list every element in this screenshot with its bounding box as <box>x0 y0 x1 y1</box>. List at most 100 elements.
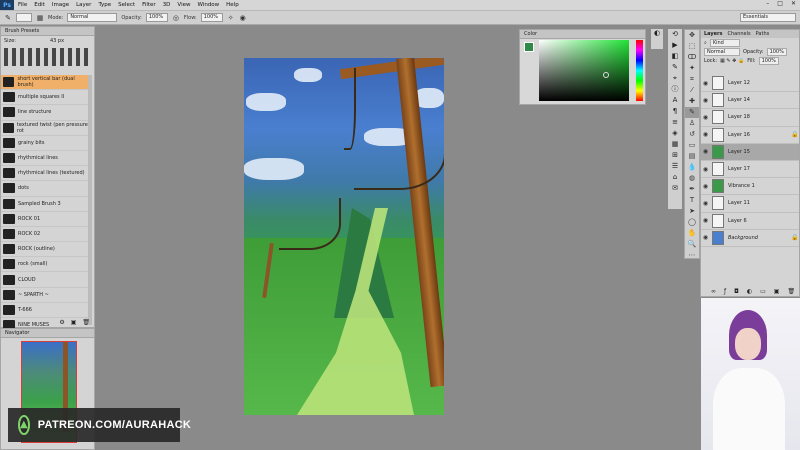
eyedropper-tool-icon[interactable]: ⁄ <box>685 85 699 96</box>
mask-icon[interactable]: ◘ <box>734 288 739 295</box>
quick-select-tool-icon[interactable]: ✦ <box>685 63 699 74</box>
tab-layers[interactable]: Layers <box>704 30 723 38</box>
layer-row[interactable]: ◉ Layer 11 <box>701 195 799 213</box>
opacity-field[interactable]: 100% <box>145 13 168 22</box>
mode-select[interactable]: Normal <box>67 13 118 22</box>
brush-panel-toggle-icon[interactable]: ▦ <box>36 14 44 22</box>
more-tools-icon[interactable]: ⋯ <box>685 250 699 261</box>
color-tab[interactable]: Color <box>520 30 645 39</box>
pressure-size-icon[interactable]: ◉ <box>239 14 247 22</box>
minimize-button[interactable]: – <box>766 0 769 7</box>
brush-preset-item[interactable]: textured twist (pen pressure rot <box>1 121 89 136</box>
lasso-tool-icon[interactable]: ↀ <box>685 52 699 63</box>
color-saturation-field[interactable] <box>539 40 629 101</box>
foreground-swatch[interactable] <box>524 42 534 52</box>
visibility-eye-icon[interactable]: ◉ <box>701 80 710 87</box>
pressure-opacity-icon[interactable]: ◎ <box>172 14 180 22</box>
visibility-eye-icon[interactable]: ◉ <box>701 131 710 138</box>
document-canvas[interactable] <box>244 58 444 415</box>
lock-icons[interactable]: ▦ ✎ ✥ 🔒 <box>720 58 744 64</box>
workspace-select[interactable]: Essentials <box>740 13 796 22</box>
libraries-icon[interactable]: ☰ <box>668 161 682 172</box>
brush-preset-item[interactable]: multiple squares II <box>1 90 89 106</box>
brush-preset-item[interactable]: line structure <box>1 105 89 121</box>
styles-icon[interactable]: ◈ <box>668 128 682 139</box>
eraser-tool-icon[interactable]: ▭ <box>685 140 699 151</box>
menu-filter[interactable]: Filter <box>142 2 156 8</box>
size-value[interactable]: 43 px <box>50 38 64 44</box>
info-icon[interactable]: ⓘ <box>668 84 682 95</box>
adjustments-icon[interactable]: ◧ <box>668 51 682 62</box>
menu-type[interactable]: Type <box>98 2 111 8</box>
brush-preset-item[interactable]: short vertical bar (dual brush) <box>1 75 89 91</box>
color-dock-icon[interactable]: ◐ <box>651 29 663 37</box>
layer-row[interactable]: ◉ Layer 18 <box>701 109 799 127</box>
brush-dock-icon[interactable]: ✎ <box>668 62 682 73</box>
layer-row[interactable]: ◉ Layer 12 <box>701 75 799 93</box>
brush-tool-active-icon[interactable]: ✎ <box>685 107 699 118</box>
history-icon[interactable]: ⟲ <box>668 29 682 40</box>
adjustment-layer-icon[interactable]: ◐ <box>747 288 752 295</box>
move-tool-icon[interactable]: ✥ <box>685 30 699 41</box>
swatches-icon[interactable]: ▦ <box>668 139 682 150</box>
brush-preset-item[interactable]: dots <box>1 181 89 197</box>
visibility-eye-icon[interactable]: ◉ <box>701 114 710 121</box>
menu-layer[interactable]: Layer <box>76 2 91 8</box>
link-layers-icon[interactable]: ∞ <box>711 288 716 295</box>
menu-select[interactable]: Select <box>118 2 135 8</box>
brush-preset-item[interactable]: grainy bits <box>1 136 89 151</box>
marquee-tool-icon[interactable]: ⬚ <box>685 41 699 52</box>
menu-window[interactable]: Window <box>197 2 219 8</box>
visibility-eye-icon[interactable]: ◉ <box>701 217 710 224</box>
brush-preset-item[interactable]: CLOUD <box>1 272 89 288</box>
brush-preset-picker[interactable] <box>16 13 32 22</box>
menu-file[interactable]: File <box>18 2 27 8</box>
history-brush-tool-icon[interactable]: ↺ <box>685 129 699 140</box>
close-button[interactable]: ✕ <box>791 0 796 7</box>
clone-stamp-tool-icon[interactable]: ♙ <box>685 118 699 129</box>
menu-view[interactable]: View <box>177 2 190 8</box>
type-tool-icon[interactable]: T <box>685 195 699 206</box>
layer-kind-select[interactable]: Kind <box>709 38 740 47</box>
brush-presets-tab[interactable]: Brush Presets <box>1 27 94 36</box>
fx-icon[interactable]: ƒ <box>724 288 726 295</box>
brush-tool-icon[interactable]: ✎ <box>4 14 12 22</box>
gradient-tool-icon[interactable]: ▤ <box>685 151 699 162</box>
character-icon[interactable]: A <box>668 95 682 106</box>
color-swatches[interactable] <box>524 42 534 52</box>
visibility-eye-icon[interactable]: ◉ <box>701 97 710 104</box>
visibility-eye-icon[interactable]: ◉ <box>701 234 710 241</box>
crop-tool-icon[interactable]: ⌗ <box>685 74 699 85</box>
layer-row[interactable]: ◉ Layer 17 <box>701 161 799 179</box>
visibility-eye-icon[interactable]: ◉ <box>701 166 710 173</box>
brush-preset-item[interactable]: rock (small) <box>1 257 89 273</box>
dodge-tool-icon[interactable]: ◍ <box>685 173 699 184</box>
pen-tool-icon[interactable]: ✒ <box>685 184 699 195</box>
delete-layer-icon[interactable]: 🗑 <box>787 288 795 295</box>
maximize-button[interactable]: □ <box>777 0 783 7</box>
flow-field[interactable]: 100% <box>200 13 223 22</box>
shape-tool-icon[interactable]: ◯ <box>685 217 699 228</box>
layer-row[interactable]: ◉ Layer 14 <box>701 92 799 110</box>
path-select-tool-icon[interactable]: ➤ <box>685 206 699 217</box>
group-icon[interactable]: ▭ <box>760 288 766 295</box>
new-brush-icon[interactable]: ▣ <box>71 319 77 326</box>
blend-mode-select[interactable]: Normal <box>704 47 740 56</box>
hue-slider[interactable] <box>636 40 643 101</box>
layer-row[interactable]: ◉ Layer 6 <box>701 213 799 230</box>
layer-row[interactable]: ◉ Background 🔒 <box>701 230 799 247</box>
brush-settings-icon[interactable]: ⚙ <box>59 319 64 326</box>
brush-list-scrollbar[interactable] <box>88 75 92 325</box>
layer-opacity-field[interactable]: 100% <box>766 47 787 56</box>
play-icon[interactable]: ▶ <box>668 40 682 51</box>
brush-preset-item[interactable]: Sampled Brush 3 <box>1 197 89 212</box>
healing-tool-icon[interactable]: ✚ <box>685 96 699 107</box>
brush-preset-item[interactable]: ROCK 02 <box>1 227 89 243</box>
brush-preset-item[interactable]: ~ SPARTH ~ <box>1 288 89 303</box>
brush-preset-item[interactable]: ROCK (outline) <box>1 242 89 258</box>
brush-preset-item[interactable]: T-666 <box>1 303 89 318</box>
new-layer-icon[interactable]: ▣ <box>774 288 780 295</box>
color-picker-cursor[interactable] <box>603 72 609 78</box>
brush-preset-item[interactable]: rhythmical lines <box>1 151 89 167</box>
timeline-icon[interactable]: ⊞ <box>668 150 682 161</box>
